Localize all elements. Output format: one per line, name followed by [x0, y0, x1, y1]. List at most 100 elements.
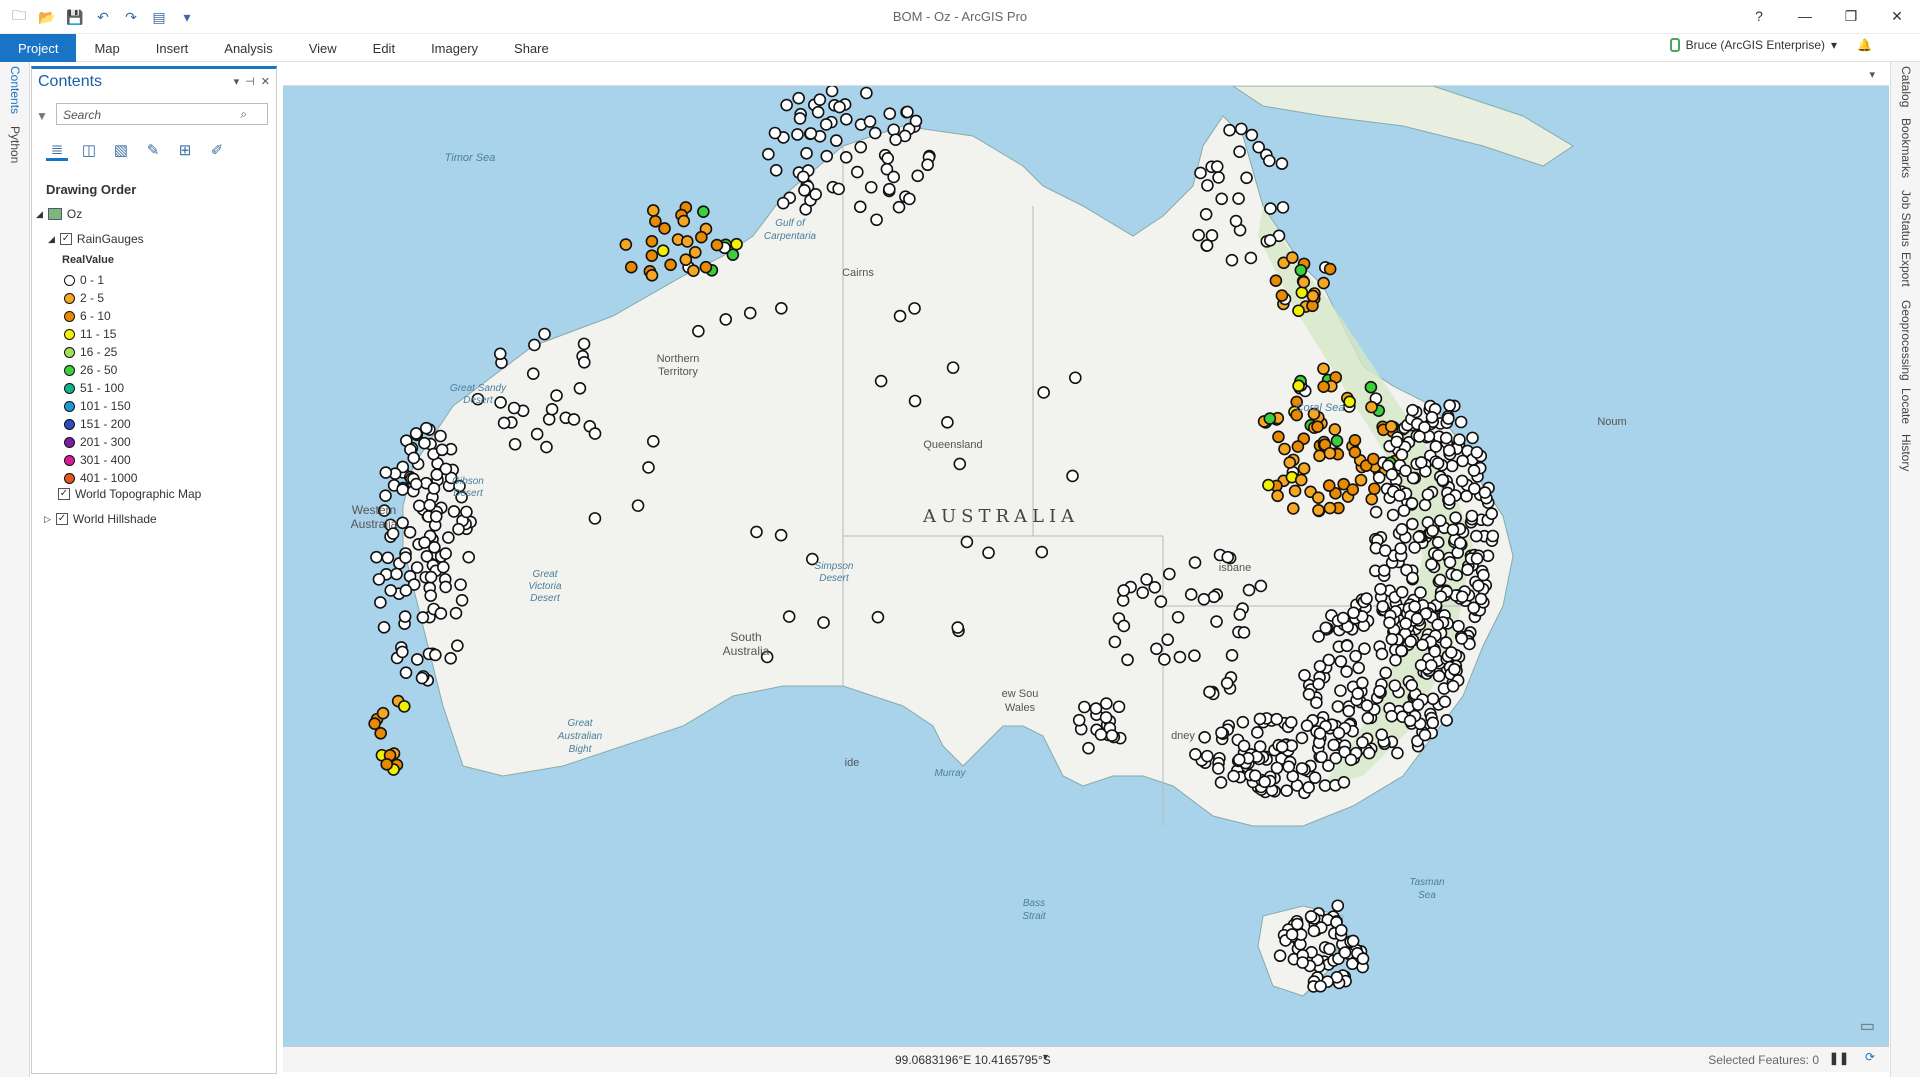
rain-gauge-point[interactable]: [1454, 415, 1468, 429]
rain-gauge-point[interactable]: [782, 610, 796, 623]
rain-gauge-point[interactable]: [1313, 659, 1327, 673]
rain-gauge-point[interactable]: [800, 147, 813, 160]
rain-gauge-point[interactable]: [1201, 179, 1214, 192]
filter-icon[interactable]: ▼: [36, 109, 48, 123]
rain-gauge-point[interactable]: [881, 151, 895, 165]
rain-gauge-point[interactable]: [396, 645, 409, 659]
rain-gauge-point[interactable]: [1360, 592, 1373, 605]
rain-gauge-point[interactable]: [1317, 362, 1330, 376]
tab-python-dock[interactable]: Python: [8, 126, 22, 163]
rain-gauge-point[interactable]: [1328, 423, 1342, 436]
rain-gauge-point[interactable]: [1263, 154, 1276, 168]
rain-gauge-point[interactable]: [893, 309, 907, 323]
rain-gauge-point[interactable]: [420, 421, 433, 435]
rain-gauge-point[interactable]: [1395, 585, 1409, 599]
rain-gauge-point[interactable]: [1245, 128, 1259, 142]
rain-gauge-point[interactable]: [642, 461, 655, 474]
rain-gauge-point[interactable]: [493, 347, 507, 361]
rain-gauge-point[interactable]: [1312, 677, 1325, 691]
rain-gauge-point[interactable]: [1158, 653, 1171, 666]
pane-pin-icon[interactable]: ⊣: [245, 75, 255, 88]
map-node[interactable]: ◢ Oz: [36, 207, 82, 221]
rain-gauge-point[interactable]: [460, 505, 473, 519]
rain-gauge-point[interactable]: [1348, 446, 1362, 459]
rain-gauge-point[interactable]: [811, 105, 825, 119]
rain-gauge-point[interactable]: [1444, 646, 1458, 659]
rain-gauge-point[interactable]: [1406, 571, 1419, 585]
rain-gauge-point[interactable]: [530, 427, 544, 441]
rain-gauge-point[interactable]: [883, 182, 896, 196]
layer-raingauges[interactable]: ◢ ✓ RainGauges: [48, 232, 144, 246]
rain-gauge-point[interactable]: [1210, 615, 1223, 628]
rain-gauge-point[interactable]: [1037, 386, 1050, 399]
rain-gauge-point[interactable]: [497, 416, 511, 430]
rain-gauge-point[interactable]: [1404, 635, 1417, 648]
rain-gauge-point[interactable]: [1269, 274, 1283, 287]
list-by-selection-icon[interactable]: ▧: [110, 139, 132, 161]
pane-close-icon[interactable]: ✕: [261, 75, 270, 88]
rain-gauge-point[interactable]: [1271, 489, 1284, 503]
rain-gauge-point[interactable]: [1199, 208, 1213, 221]
tab-insert[interactable]: Insert: [138, 34, 207, 62]
rain-gauge-point[interactable]: [1383, 616, 1396, 630]
rain-gauge-point[interactable]: [1300, 719, 1314, 732]
rain-gauge-point[interactable]: [410, 653, 424, 666]
rain-gauge-point[interactable]: [1425, 411, 1439, 424]
rain-gauge-point[interactable]: [909, 114, 923, 128]
rain-gauge-point[interactable]: [1425, 659, 1438, 672]
rain-gauge-point[interactable]: [1399, 464, 1412, 477]
rain-gauge-point[interactable]: [424, 570, 438, 584]
rain-gauge-point[interactable]: [1221, 550, 1235, 564]
rain-gauge-point[interactable]: [1406, 517, 1419, 531]
rain-gauge-point[interactable]: [887, 170, 900, 184]
rain-gauge-point[interactable]: [1385, 468, 1399, 481]
coords-dropdown-icon[interactable]: ▾: [1043, 1052, 1048, 1063]
rain-gauge-point[interactable]: [687, 264, 700, 277]
map-view-menu-icon[interactable]: ▾: [1869, 68, 1875, 81]
rain-gauge-point[interactable]: [376, 706, 390, 720]
rain-gauge-point[interactable]: [540, 440, 553, 454]
rain-gauge-point[interactable]: [1426, 692, 1440, 706]
rain-gauge-point[interactable]: [645, 235, 659, 248]
rain-gauge-point[interactable]: [1296, 956, 1309, 969]
rain-gauge-point[interactable]: [646, 204, 660, 217]
rain-gauge-point[interactable]: [1294, 263, 1308, 277]
rain-gauge-point[interactable]: [1403, 714, 1417, 728]
rain-gauge-point[interactable]: [1069, 371, 1082, 385]
rain-gauge-point[interactable]: [1413, 430, 1426, 443]
rain-gauge-point[interactable]: [1478, 486, 1492, 499]
rain-gauge-point[interactable]: [982, 546, 995, 560]
rain-gauge-point[interactable]: [1117, 584, 1131, 597]
legend-class[interactable]: 301 - 400: [64, 453, 131, 467]
rain-gauge-point[interactable]: [854, 140, 868, 154]
rain-gauge-point[interactable]: [1340, 665, 1353, 678]
rain-gauge-point[interactable]: [775, 301, 788, 315]
rain-gauge-point[interactable]: [1343, 395, 1356, 409]
rain-gauge-point[interactable]: [1263, 233, 1277, 247]
rain-gauge-point[interactable]: [418, 436, 431, 450]
rain-gauge-point[interactable]: [380, 758, 394, 771]
rain-gauge-point[interactable]: [1342, 704, 1356, 718]
rain-gauge-point[interactable]: [1356, 952, 1370, 965]
rain-gauge-point[interactable]: [1433, 573, 1447, 587]
rain-gauge-point[interactable]: [1161, 633, 1175, 646]
rain-gauge-point[interactable]: [1278, 442, 1291, 456]
tab-geoprocessing[interactable]: Geoprocessing: [1899, 300, 1913, 381]
rain-gauge-point[interactable]: [528, 338, 541, 352]
rain-gauge-point[interactable]: [396, 483, 409, 496]
rain-gauge-point[interactable]: [645, 249, 659, 262]
rain-gauge-point[interactable]: [1184, 588, 1198, 601]
rain-gauge-point[interactable]: [863, 115, 877, 128]
rain-gauge-point[interactable]: [508, 437, 522, 451]
restore-button[interactable]: ❐: [1828, 0, 1874, 32]
rain-gauge-point[interactable]: [868, 126, 882, 140]
rain-gauge-point[interactable]: [1089, 702, 1103, 715]
rain-gauge-point[interactable]: [1150, 642, 1163, 656]
rain-gauge-point[interactable]: [1121, 653, 1134, 667]
rain-gauge-point[interactable]: [1290, 917, 1304, 931]
rain-gauge-point[interactable]: [1455, 590, 1469, 604]
rain-gauge-point[interactable]: [1379, 666, 1393, 680]
rain-gauge-point[interactable]: [374, 596, 387, 609]
rain-gauge-point[interactable]: [588, 427, 602, 440]
rain-gauge-point[interactable]: [1294, 473, 1308, 487]
